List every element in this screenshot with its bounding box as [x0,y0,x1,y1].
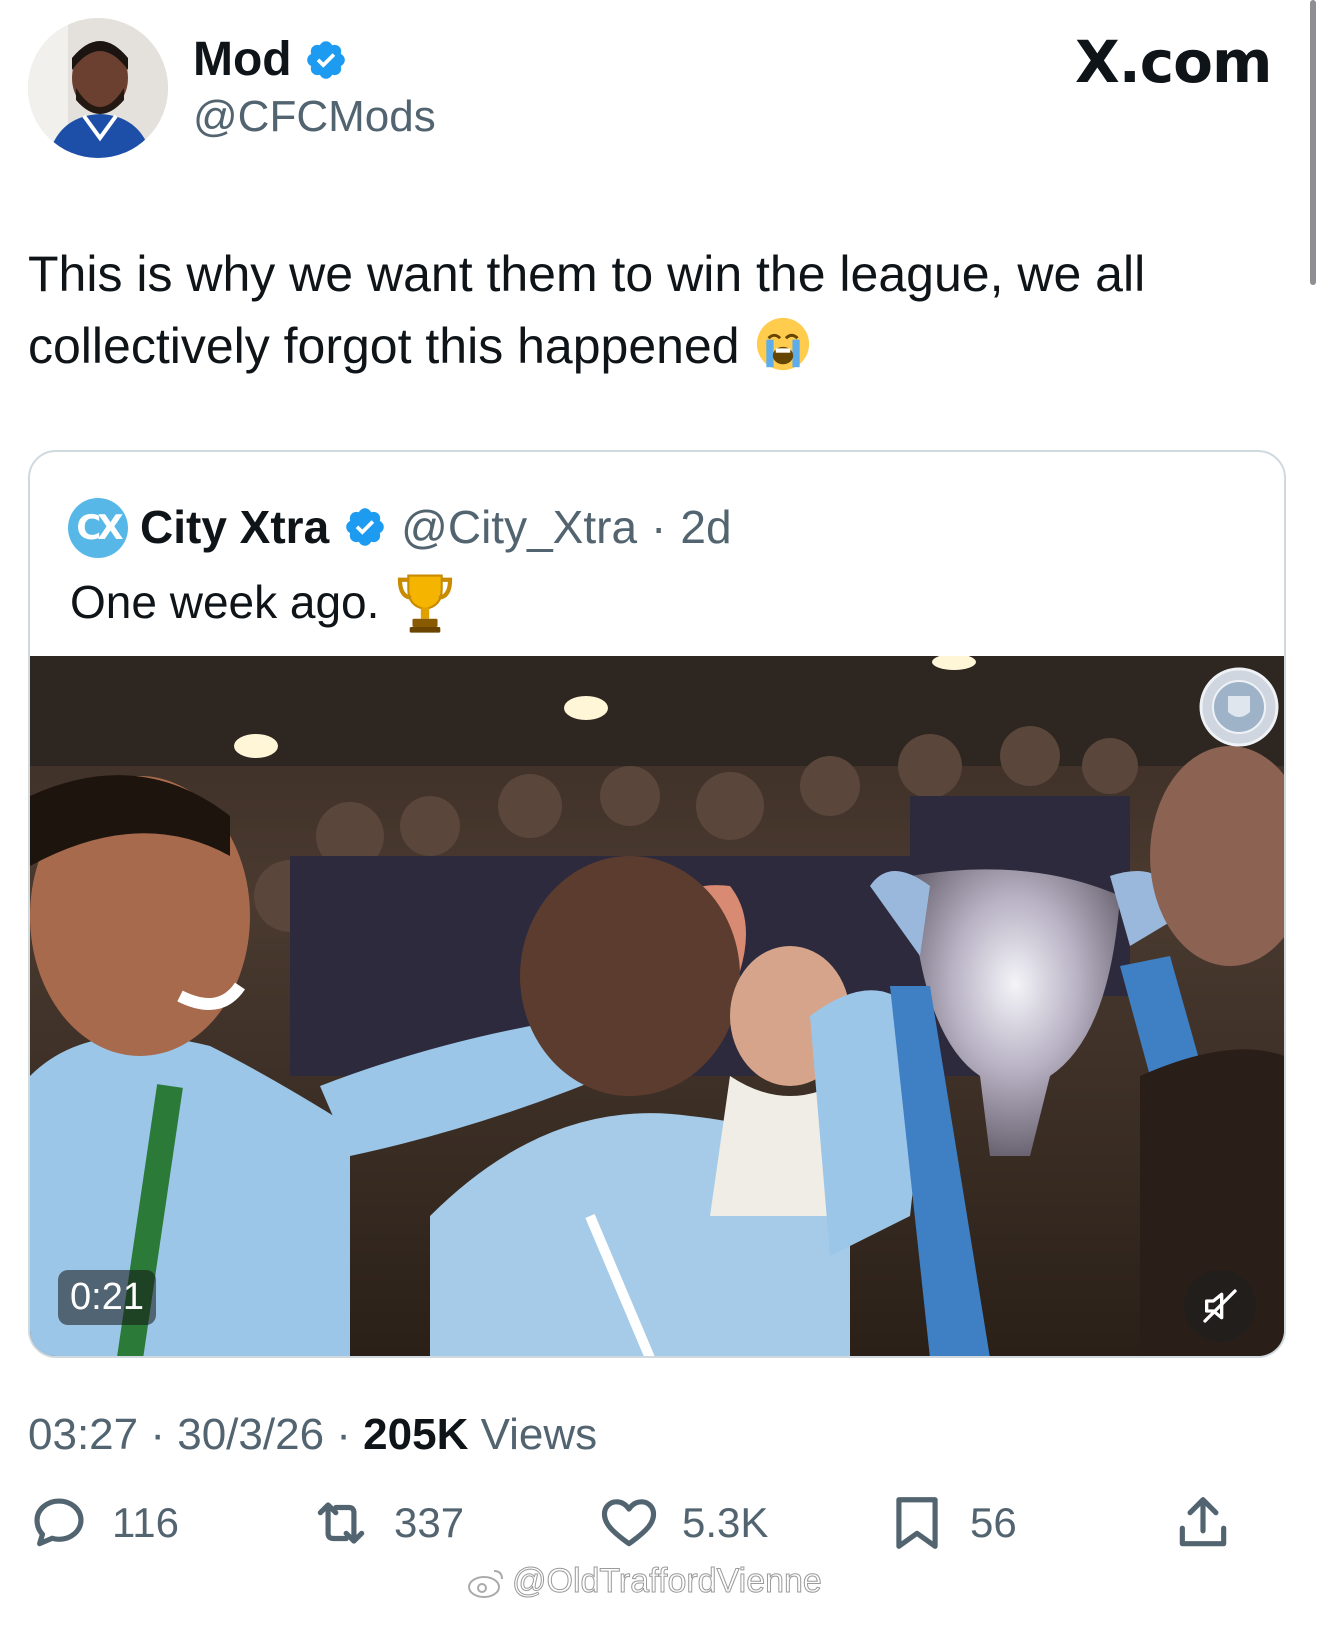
author-name-row[interactable]: Mod [193,32,348,87]
quoted-body: One week ago. [70,570,453,634]
reply-count: 116 [112,1499,179,1546]
bookmark-button[interactable]: 56 [886,1478,1017,1568]
share-button[interactable] [1172,1478,1234,1568]
tweet-body: This is why we want them to win the leag… [28,238,1288,382]
views-count[interactable]: 205K [363,1410,468,1459]
tweet-meta: 03:27 · 30/3/26 · 205K Views [28,1410,597,1460]
speaker-muted-icon [1203,1289,1237,1323]
reply-icon [34,1498,84,1547]
scrollbar[interactable] [1310,0,1316,285]
video-duration: 0:21 [58,1270,156,1325]
tweet-date[interactable]: 30/3/26 [177,1410,324,1459]
quoted-author-name[interactable]: City Xtra [140,500,329,554]
reply-button[interactable]: 116 [28,1478,179,1568]
quoted-author-handle[interactable]: @City_Xtra [401,500,637,554]
x-brand-logo: X.com [1075,28,1272,96]
verified-badge-icon [304,38,348,82]
tweet-time[interactable]: 03:27 [28,1410,138,1459]
tweet-action-bar: 116 337 5.3K 56 [0,1478,1320,1568]
meta-separator: · [336,1410,351,1459]
video-player[interactable]: 0:21 [30,656,1284,1356]
bookmark-count: 56 [970,1499,1017,1546]
quoted-text: One week ago. [70,576,380,628]
author-name[interactable]: Mod [193,32,292,87]
quoted-tweet-card[interactable]: CX City Xtra @City_Xtra · 2d One week ag… [28,450,1286,1358]
quoted-avatar[interactable]: CX [68,498,128,558]
watermark-text: @OldTraffordVienne [512,1562,823,1601]
quoted-header: City Xtra @City_Xtra · 2d [140,500,732,554]
trophy-icon [397,570,453,634]
quoted-verified-badge-icon [343,505,387,549]
tweet-page: Mod @CFCMods X.com This is why we want t… [0,0,1320,1640]
bookmark-icon [896,1497,938,1549]
views-label[interactable]: Views [481,1410,598,1459]
man-city-crest-icon [1198,666,1280,748]
mute-toggle-button[interactable] [1184,1270,1256,1342]
author-handle[interactable]: @CFCMods [193,92,436,142]
tweet-text: This is why we want them to win the leag… [28,246,1146,374]
avatar-image [28,18,168,158]
quoted-timestamp[interactable]: 2d [680,500,731,554]
repost-icon [317,1502,365,1544]
video-thumbnail [30,656,1284,1356]
heart-icon [601,1499,657,1547]
weibo-icon [468,1569,503,1598]
like-count: 5.3K [682,1499,769,1546]
author-avatar[interactable] [28,18,168,158]
repost-button[interactable]: 337 [310,1478,464,1568]
weibo-watermark: @OldTraffordVienne [466,1562,822,1601]
meta-separator: · [150,1410,165,1459]
share-icon [1179,1497,1227,1547]
quoted-separator: · [651,501,667,553]
like-button[interactable]: 5.3K [598,1478,768,1568]
repost-count: 337 [394,1499,465,1546]
loudly-crying-face-icon [754,315,812,373]
